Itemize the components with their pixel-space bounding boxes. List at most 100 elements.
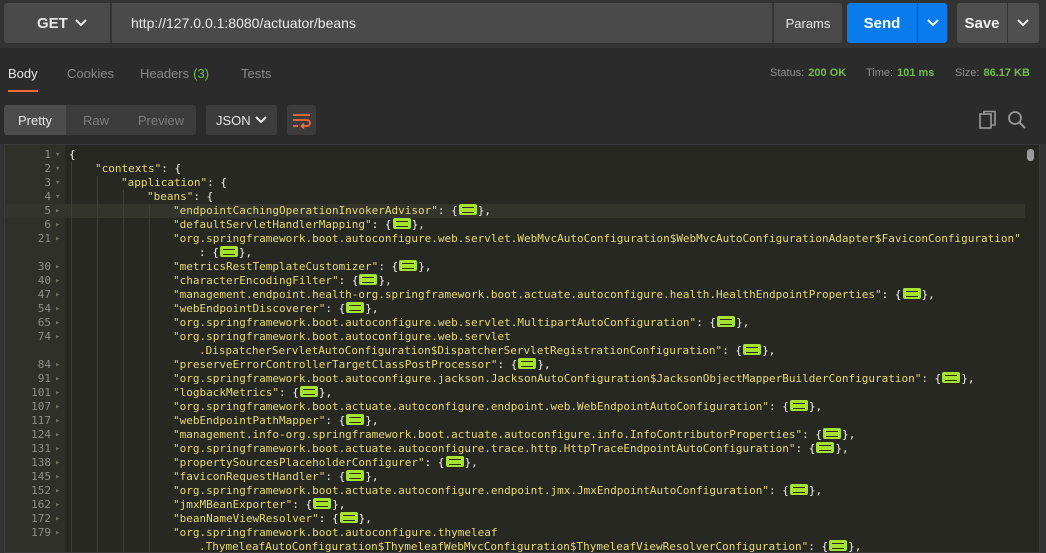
json-key: "management.endpoint.health-org.springfr… xyxy=(173,288,882,301)
tab-tests[interactable]: Tests xyxy=(241,48,271,98)
fold-arrow-icon[interactable]: ▸ xyxy=(55,414,60,428)
copy-icon[interactable] xyxy=(978,110,998,130)
indent-guide xyxy=(123,190,124,552)
code-line: 5 ▸ "endpointCachingOperationInvokerAdviso… xyxy=(5,204,1025,218)
format-select[interactable]: JSON xyxy=(206,105,277,135)
json-punctuation: }, xyxy=(961,372,975,385)
fold-arrow-icon[interactable]: ▸ xyxy=(55,470,60,484)
collapsed-object-toggle[interactable] xyxy=(743,344,762,355)
json-punctuation: : { xyxy=(161,162,182,175)
fold-arrow-icon[interactable]: ▸ xyxy=(55,512,60,526)
send-button[interactable]: Send xyxy=(847,3,917,43)
fold-arrow-icon[interactable]: ▸ xyxy=(55,218,60,232)
fold-arrow-icon[interactable]: ▸ xyxy=(55,358,60,372)
collapsed-object-toggle[interactable] xyxy=(346,470,365,481)
line-number: 107 xyxy=(31,400,51,413)
tab-cookies[interactable]: Cookies xyxy=(67,48,114,98)
collapsed-object-toggle[interactable] xyxy=(346,414,365,425)
size-readout: Size: 86.17 KB xyxy=(955,67,1030,79)
view-pretty-button[interactable]: Pretty xyxy=(4,105,66,135)
fold-arrow-icon[interactable]: ▸ xyxy=(55,316,60,330)
collapsed-object-toggle[interactable] xyxy=(219,246,238,257)
send-dropdown-button[interactable] xyxy=(918,3,947,43)
fold-arrow-icon[interactable]: ▸ xyxy=(55,330,60,344)
chevron-down-icon xyxy=(1017,19,1029,27)
fold-arrow-icon[interactable]: ▸ xyxy=(55,442,60,456)
line-number: 179 xyxy=(31,526,51,539)
collapsed-object-toggle[interactable] xyxy=(789,400,808,411)
vertical-scrollbar[interactable] xyxy=(1027,149,1034,161)
line-number: 145 xyxy=(31,470,51,483)
fold-arrow-icon[interactable]: ▸ xyxy=(55,386,60,400)
json-punctuation: : { xyxy=(318,512,339,525)
fold-arrow-icon[interactable]: ▸ xyxy=(55,526,60,540)
collapsed-object-toggle[interactable] xyxy=(829,540,848,551)
json-key: "preserveErrorControllerTargetClassPostP… xyxy=(173,358,498,371)
tab-headers[interactable]: Headers (3) xyxy=(140,48,209,98)
collapsed-object-toggle[interactable] xyxy=(399,260,418,271)
method-select[interactable]: GET xyxy=(4,3,110,43)
json-punctuation: : { xyxy=(424,456,445,469)
collapsed-object-toggle[interactable] xyxy=(518,358,537,369)
fold-arrow-icon[interactable]: ▸ xyxy=(55,428,60,442)
collapsed-object-toggle[interactable] xyxy=(346,302,365,313)
code-line: 124 ▸ "management.info-org.springframework… xyxy=(5,428,1025,442)
json-punctuation: : { xyxy=(378,260,399,273)
json-key: "org.springframework.boot.actuate.autoco… xyxy=(173,400,770,413)
code-text: "logbackMetrics": {}, xyxy=(173,386,332,400)
fold-arrow-icon[interactable]: ▾ xyxy=(55,148,60,162)
json-punctuation: }, xyxy=(921,288,935,301)
code-text: { xyxy=(69,148,76,162)
json-key: "jmxMBeanExporter" xyxy=(173,498,293,511)
json-key: "management.info-org.springframework.boo… xyxy=(173,428,803,441)
fold-arrow-icon[interactable]: ▾ xyxy=(55,190,60,204)
save-dropdown-button[interactable] xyxy=(1008,3,1039,43)
collapsed-object-toggle[interactable] xyxy=(392,218,411,229)
fold-arrow-icon[interactable]: ▸ xyxy=(55,456,60,470)
json-key: "webEndpointDiscoverer" xyxy=(173,302,326,315)
collapsed-object-toggle[interactable] xyxy=(458,204,477,215)
json-punctuation: }, xyxy=(365,414,379,427)
collapsed-object-toggle[interactable] xyxy=(359,274,378,285)
fold-arrow-icon[interactable]: ▸ xyxy=(55,372,60,386)
response-body-editor[interactable]: 1 ▾{2 ▾ "contexts": {3 ▾ "application": {4 ▾ "b… xyxy=(4,144,1040,553)
collapsed-object-toggle[interactable] xyxy=(816,442,835,453)
view-preview-button[interactable]: Preview xyxy=(126,105,196,135)
search-icon[interactable] xyxy=(1007,110,1027,130)
collapsed-object-toggle[interactable] xyxy=(823,428,842,439)
params-button[interactable]: Params xyxy=(774,3,842,43)
fold-arrow-icon[interactable]: ▾ xyxy=(55,162,60,176)
fold-arrow-icon[interactable]: ▸ xyxy=(55,232,60,246)
save-button[interactable]: Save xyxy=(957,3,1007,43)
collapsed-object-toggle[interactable] xyxy=(717,316,736,327)
collapsed-object-toggle[interactable] xyxy=(339,512,358,523)
collapsed-object-toggle[interactable] xyxy=(445,456,464,467)
fold-arrow-icon[interactable]: ▾ xyxy=(55,176,60,190)
json-punctuation: }, xyxy=(848,540,862,553)
fold-arrow-icon[interactable]: ▸ xyxy=(55,288,60,302)
fold-arrow-icon[interactable]: ▸ xyxy=(55,204,60,218)
tab-body[interactable]: Body xyxy=(8,48,38,98)
json-punctuation: : { xyxy=(722,344,743,357)
view-raw-button[interactable]: Raw xyxy=(66,105,126,135)
fold-arrow-icon[interactable]: ▸ xyxy=(55,498,60,512)
code-line: 47 ▸ "management.endpoint.health-org.sprin… xyxy=(5,288,1025,302)
fold-arrow-icon[interactable]: ▸ xyxy=(55,274,60,288)
collapsed-object-toggle[interactable] xyxy=(902,288,921,299)
code-text: "management.endpoint.health-org.springfr… xyxy=(173,288,935,302)
line-number: 101 xyxy=(31,386,51,399)
url-input[interactable]: http://127.0.0.1:8080/actuator/beans xyxy=(112,3,772,43)
line-number: 21 xyxy=(37,232,51,245)
json-punctuation: }, xyxy=(378,274,392,287)
fold-arrow-icon[interactable]: ▸ xyxy=(55,484,60,498)
fold-arrow-icon[interactable]: ▸ xyxy=(55,260,60,274)
collapsed-object-toggle[interactable] xyxy=(789,484,808,495)
fold-arrow-icon[interactable]: ▸ xyxy=(55,302,60,316)
collapsed-object-toggle[interactable] xyxy=(942,372,961,383)
fold-arrow-icon[interactable]: ▸ xyxy=(55,400,60,414)
code-line: 3 ▾ "application": { xyxy=(5,176,1025,190)
json-key: "logbackMetrics" xyxy=(173,386,279,399)
wrap-lines-button[interactable] xyxy=(287,105,316,135)
collapsed-object-toggle[interactable] xyxy=(299,386,318,397)
collapsed-object-toggle[interactable] xyxy=(313,498,332,509)
